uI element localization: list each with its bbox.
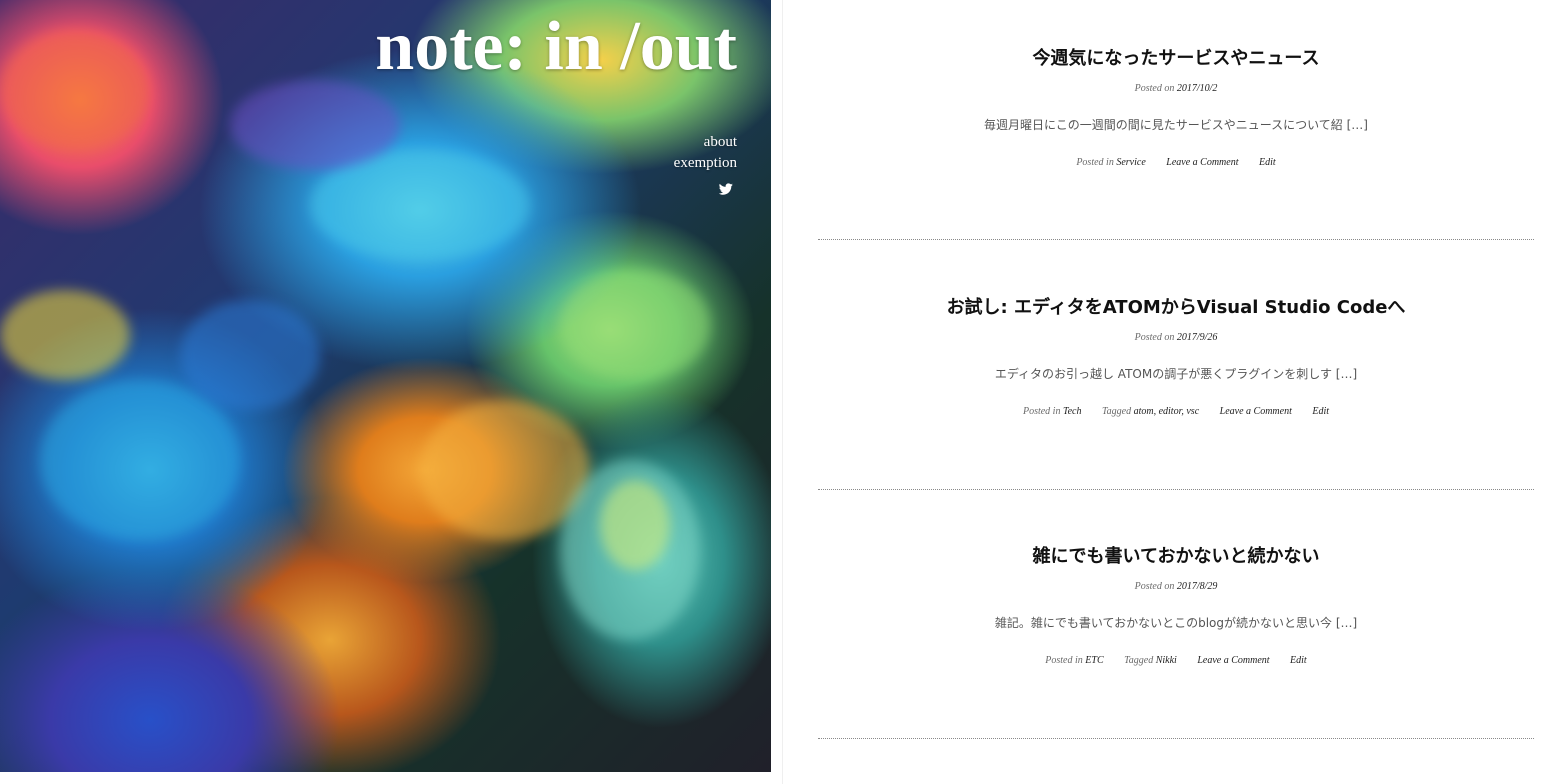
post-excerpt: エディタのお引っ越し ATOMの調子が悪くプラグインを刺しす […] — [994, 367, 1358, 381]
column-divider — [782, 0, 783, 784]
post-title-link[interactable]: お試し: エディタをATOMからVisual Studio Codeへ — [947, 297, 1406, 318]
post-category-group: Posted in Service — [1076, 157, 1148, 168]
post-item: 今週気になったサービスやニュース Posted on 2017/10/2 毎週月… — [818, 47, 1534, 170]
rose-petal-blue — [40, 380, 240, 540]
tag-links[interactable]: atom, editor, vsc — [1134, 406, 1200, 417]
post-list: 今週気になったサービスやニュース Posted on 2017/10/2 毎週月… — [818, 0, 1534, 784]
rose-petal-yellow — [0, 290, 130, 380]
post-date-line: Posted on 2017/9/26 — [818, 331, 1534, 345]
edit-group: Edit — [1312, 406, 1329, 417]
post-item: お試し: エディタをATOMからVisual Studio Codeへ Post… — [818, 296, 1534, 419]
category-link[interactable]: Service — [1116, 157, 1145, 168]
post-title: 今週気になったサービスやニュース — [818, 47, 1534, 71]
rose-center-yellow — [600, 480, 670, 570]
posted-on-label: Posted on — [1134, 83, 1175, 94]
leave-comment-link[interactable]: Leave a Comment — [1166, 157, 1238, 168]
header-image: note: in /out about exemption — [0, 0, 771, 772]
posted-on-label: Posted on — [1134, 332, 1175, 343]
leave-comment-link[interactable]: Leave a Comment — [1197, 655, 1269, 666]
hero-bottom-strip — [0, 772, 771, 784]
post-tags-group: Tagged atom, editor, vsc — [1102, 406, 1202, 417]
post-item: 雑にでも書いておかないと続かない Posted on 2017/8/29 雑記。… — [818, 545, 1534, 668]
post-footer-meta: Posted in Tech Tagged atom, editor, vsc … — [818, 405, 1534, 419]
nav-item-exemption[interactable]: exemption — [674, 153, 737, 174]
post-title: お試し: エディタをATOMからVisual Studio Codeへ — [818, 296, 1534, 320]
post-category-group: Posted in ETC — [1045, 655, 1106, 666]
post-separator — [818, 239, 1534, 240]
post-date-link[interactable]: 2017/8/29 — [1177, 581, 1218, 592]
rose-petal-green — [560, 270, 710, 380]
category-link[interactable]: Tech — [1063, 406, 1082, 417]
comment-group: Leave a Comment — [1220, 406, 1295, 417]
post-date-line: Posted on 2017/10/2 — [818, 82, 1534, 96]
post-tags-group: Tagged Nikki — [1124, 655, 1179, 666]
nav-item-about[interactable]: about — [674, 132, 737, 153]
post-separator — [818, 738, 1534, 739]
leave-comment-link[interactable]: Leave a Comment — [1220, 406, 1292, 417]
post-title-link[interactable]: 今週気になったサービスやニュース — [1032, 48, 1319, 69]
posted-on-label: Posted on — [1134, 581, 1175, 592]
page: note: in /out about exemption 今週気になったサービ… — [0, 0, 1568, 784]
tag-links[interactable]: Nikki — [1156, 655, 1177, 666]
site-title[interactable]: note: in /out — [375, 6, 737, 88]
posted-in-label: Posted in — [1022, 406, 1061, 417]
post-date-line: Posted on 2017/8/29 — [818, 580, 1534, 594]
comment-group: Leave a Comment — [1166, 157, 1241, 168]
twitter-icon[interactable] — [718, 182, 733, 196]
main-nav: about exemption — [674, 132, 737, 174]
rose-petal-blue-2 — [180, 300, 320, 410]
comment-group: Leave a Comment — [1197, 655, 1272, 666]
edit-link[interactable]: Edit — [1312, 406, 1329, 417]
post-excerpt: 雑記。雑にでも書いておかないとこのblogが続かないと思い今 […] — [994, 616, 1358, 630]
posted-in-label: Posted in — [1045, 655, 1083, 666]
rose-petal-purple — [230, 80, 400, 170]
post-footer-meta: Posted in ETC Tagged Nikki Leave a Comme… — [818, 654, 1534, 668]
post-title: 雑にでも書いておかないと続かない — [818, 545, 1534, 569]
post-excerpt: 毎週月曜日にこの一週間の間に見たサービスやニュースについて紹 […] — [984, 118, 1368, 132]
post-title-link[interactable]: 雑にでも書いておかないと続かない — [1033, 546, 1320, 567]
post-date-link[interactable]: 2017/10/2 — [1177, 83, 1218, 94]
edit-link[interactable]: Edit — [1290, 655, 1307, 666]
tagged-label: Tagged — [1124, 655, 1154, 666]
post-category-group: Posted in Tech — [1023, 406, 1084, 417]
post-footer-meta: Posted in Service Leave a Comment Edit — [818, 156, 1534, 170]
category-link[interactable]: ETC — [1085, 655, 1103, 666]
edit-group: Edit — [1290, 655, 1307, 666]
edit-link[interactable]: Edit — [1259, 157, 1276, 168]
edit-group: Edit — [1259, 157, 1276, 168]
post-separator — [818, 489, 1534, 490]
posted-in-label: Posted in — [1076, 157, 1114, 168]
post-date-link[interactable]: 2017/9/26 — [1177, 332, 1218, 343]
rose-petal-red — [0, 30, 150, 150]
tagged-label: Tagged — [1102, 406, 1132, 417]
